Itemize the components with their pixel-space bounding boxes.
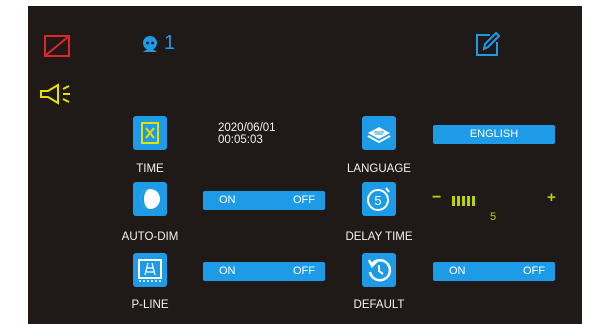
level-bar — [462, 196, 465, 206]
clock-icon — [141, 122, 159, 144]
p-line-label: P-LINE — [131, 299, 169, 311]
language-label: LANGUAGE — [347, 163, 411, 175]
delay-time-label: DELAY TIME — [345, 231, 413, 243]
auto-dim-toggle[interactable]: ON OFF — [203, 191, 325, 210]
default-label: DEFAULT — [353, 299, 405, 311]
default-off[interactable]: OFF — [523, 265, 545, 277]
timer-icon: 5 — [367, 187, 390, 211]
delay-value: 5 — [490, 211, 497, 223]
svg-text:5: 5 — [374, 193, 381, 208]
screen: 1 TIME 2020/06/01 00:05:03 AUTO-DIM ON O… — [28, 6, 582, 324]
p-line-toggle[interactable]: ON OFF — [203, 262, 325, 281]
time-button[interactable] — [133, 116, 167, 150]
delay-time-control: − + 5 — [432, 189, 562, 231]
reset-icon — [367, 259, 392, 282]
level-bar — [472, 196, 475, 206]
p-line-off[interactable]: OFF — [293, 265, 315, 277]
language-icon — [367, 127, 391, 144]
auto-dim-label: AUTO-DIM — [121, 231, 179, 243]
default-toggle[interactable]: ON OFF — [433, 262, 555, 281]
delay-time-button[interactable]: 5 — [362, 182, 396, 216]
p-line-on[interactable]: ON — [219, 265, 236, 277]
level-bar — [467, 196, 470, 206]
auto-dim-on[interactable]: ON — [219, 194, 236, 206]
default-button[interactable] — [362, 253, 396, 287]
brightness-icon — [140, 189, 160, 209]
level-bar — [452, 196, 455, 206]
p-line-button[interactable] — [133, 253, 167, 287]
parking-line-icon — [138, 259, 162, 282]
default-on[interactable]: ON — [449, 265, 466, 277]
time-label: TIME — [136, 163, 164, 175]
auto-dim-button[interactable] — [133, 182, 167, 216]
user-icon — [143, 36, 157, 52]
user-count: 1 — [164, 32, 176, 54]
time-date: 2020/06/01 — [218, 122, 276, 134]
language-button[interactable] — [362, 116, 396, 150]
language-select[interactable]: ENGLISH — [433, 125, 555, 144]
increase-button[interactable]: + — [547, 189, 556, 206]
time-clock: 00:05:03 — [218, 134, 263, 146]
no-camera-icon[interactable] — [44, 35, 70, 57]
decrease-button[interactable]: − — [432, 189, 441, 207]
edit-icon[interactable] — [474, 30, 502, 58]
level-bar — [457, 196, 460, 206]
auto-dim-off[interactable]: OFF — [293, 194, 315, 206]
speaker-icon[interactable] — [38, 83, 78, 105]
